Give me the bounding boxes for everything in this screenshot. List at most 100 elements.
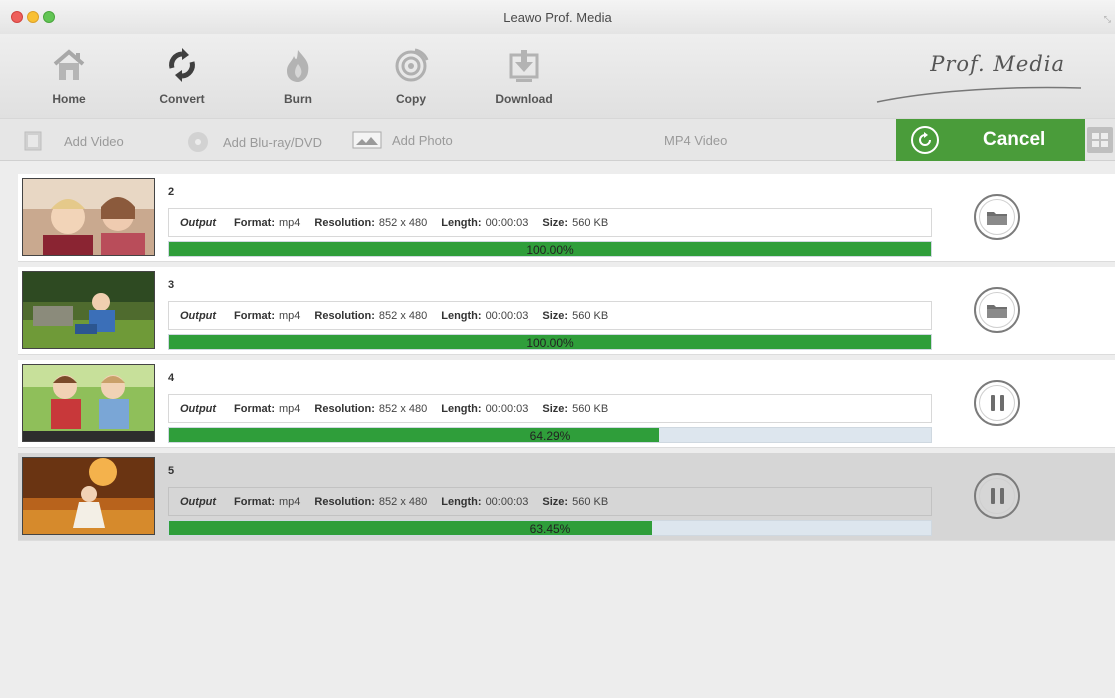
task-row[interactable]: 2 Output Format: mp4 Resolution: 852 x 480… xyxy=(18,174,1115,262)
fullscreen-icon[interactable]: ⤡ xyxy=(1104,14,1111,25)
task-row[interactable]: 4 Output Format: mp4 Resolution: 852 x 480… xyxy=(18,360,1115,448)
pause-icon xyxy=(990,488,1004,504)
convert-label: Convert xyxy=(159,92,205,106)
brand-logo: Prof. Media xyxy=(930,52,1065,76)
home-label: Home xyxy=(52,92,86,106)
pause-button[interactable] xyxy=(974,473,1020,519)
task-title: 2 xyxy=(168,186,175,198)
action-bar: Add Video Add Blu-ray/DVD Add Photo MP4 … xyxy=(0,118,1115,161)
size-label: Size: xyxy=(542,216,569,229)
format-label: Format: xyxy=(234,216,275,229)
download-icon xyxy=(509,50,539,82)
format-label: Format: xyxy=(234,495,275,508)
output-profile-selector[interactable]: MP4 Video xyxy=(664,133,727,148)
size-label: Size: xyxy=(542,309,569,322)
progress-bar: 64.29% xyxy=(168,427,932,443)
download-label: Download xyxy=(495,92,553,106)
format-value: mp4 xyxy=(279,309,301,322)
video-thumbnail xyxy=(22,457,155,535)
folder-icon xyxy=(987,305,1007,318)
grid-icon xyxy=(1092,133,1108,147)
copy-icon xyxy=(395,48,429,82)
size-label: Size: xyxy=(542,495,569,508)
video-thumbnail xyxy=(22,364,155,442)
output-info: Output Format: mp4 Resolution: 852 x 480 L… xyxy=(168,487,932,516)
progress-bar: 100.00% xyxy=(168,334,932,350)
progress-text: 100.00% xyxy=(526,243,574,257)
length-label: Length: xyxy=(441,309,482,322)
folder-icon xyxy=(987,212,1007,225)
format-value: mp4 xyxy=(279,402,301,415)
size-value: 560 KB xyxy=(572,216,609,229)
progress-bar: 100.00% xyxy=(168,241,932,257)
add-photo-label: Add Photo xyxy=(392,132,453,148)
download-button[interactable]: Download xyxy=(484,46,564,106)
resolution-value: 852 x 480 xyxy=(378,495,428,508)
film-icon xyxy=(24,131,42,151)
resolution-label: Resolution: xyxy=(314,216,375,229)
size-label: Size: xyxy=(542,402,569,415)
layout-toggle-button[interactable] xyxy=(1087,127,1113,153)
resolution-value: 852 x 480 xyxy=(378,216,428,229)
length-label: Length: xyxy=(441,495,482,508)
length-label: Length: xyxy=(441,216,482,229)
add-bluray-button[interactable]: Add Blu-ray/DVD xyxy=(187,131,322,153)
open-folder-button[interactable] xyxy=(974,287,1020,333)
refresh-icon xyxy=(911,126,939,154)
convert-icon xyxy=(169,48,195,82)
length-label: Length: xyxy=(441,402,482,415)
add-video-label: Add Video xyxy=(64,133,124,149)
add-video-button[interactable]: Add Video xyxy=(22,131,124,151)
task-row[interactable]: 3 Output Format: mp4 Resolution: 852 x 480… xyxy=(18,267,1115,355)
title-bar: Leawo Prof. Media ⤡ xyxy=(0,0,1115,34)
task-title: 5 xyxy=(168,465,175,477)
resolution-label: Resolution: xyxy=(314,495,375,508)
burn-icon xyxy=(287,50,309,82)
size-value: 560 KB xyxy=(572,495,609,508)
output-label: Output xyxy=(180,216,217,229)
progress-text: 100.00% xyxy=(526,336,574,350)
output-info: Output Format: mp4 Resolution: 852 x 480 L… xyxy=(168,394,932,423)
cancel-button[interactable]: Cancel xyxy=(896,119,1085,161)
output-info: Output Format: mp4 Resolution: 852 x 480 L… xyxy=(168,301,932,330)
disc-icon xyxy=(188,132,208,152)
open-folder-button[interactable] xyxy=(974,194,1020,240)
output-label: Output xyxy=(180,309,217,322)
main-toolbar: Home Convert Burn Copy Download Prof. Me… xyxy=(0,34,1115,118)
task-title: 3 xyxy=(168,279,175,291)
length-value: 00:00:03 xyxy=(485,309,529,322)
task-row-selected[interactable]: 5 Output Format: mp4 Resolution: 852 x 480… xyxy=(18,453,1115,541)
output-label: Output xyxy=(180,495,217,508)
pause-button[interactable] xyxy=(974,380,1020,426)
home-icon xyxy=(53,49,85,80)
burn-label: Burn xyxy=(284,92,312,106)
add-photo-button[interactable]: Add Photo xyxy=(352,131,453,149)
format-value: mp4 xyxy=(279,495,301,508)
cancel-label: Cancel xyxy=(983,129,1046,150)
pause-icon xyxy=(990,395,1004,411)
home-button[interactable]: Home xyxy=(29,46,109,106)
burn-button[interactable]: Burn xyxy=(258,46,338,106)
progress-text: 63.45% xyxy=(529,522,571,536)
size-value: 560 KB xyxy=(572,309,609,322)
photo-icon xyxy=(352,131,382,149)
progress-text: 64.29% xyxy=(529,429,571,443)
length-value: 00:00:03 xyxy=(485,402,529,415)
format-label: Format: xyxy=(234,402,275,415)
resolution-label: Resolution: xyxy=(314,402,375,415)
format-label: Format: xyxy=(234,309,275,322)
copy-button[interactable]: Copy xyxy=(371,46,451,106)
convert-button[interactable]: Convert xyxy=(142,46,222,106)
task-title: 4 xyxy=(168,372,175,384)
progress-bar: 63.45% xyxy=(168,520,932,536)
size-value: 560 KB xyxy=(572,402,609,415)
length-value: 00:00:03 xyxy=(485,495,529,508)
resolution-value: 852 x 480 xyxy=(378,309,428,322)
resolution-value: 852 x 480 xyxy=(378,402,428,415)
length-value: 00:00:03 xyxy=(485,216,529,229)
video-thumbnail xyxy=(22,178,155,256)
copy-label: Copy xyxy=(396,92,426,106)
output-label: Output xyxy=(180,402,217,415)
add-bluray-label: Add Blu-ray/DVD xyxy=(223,134,322,150)
resolution-label: Resolution: xyxy=(314,309,375,322)
